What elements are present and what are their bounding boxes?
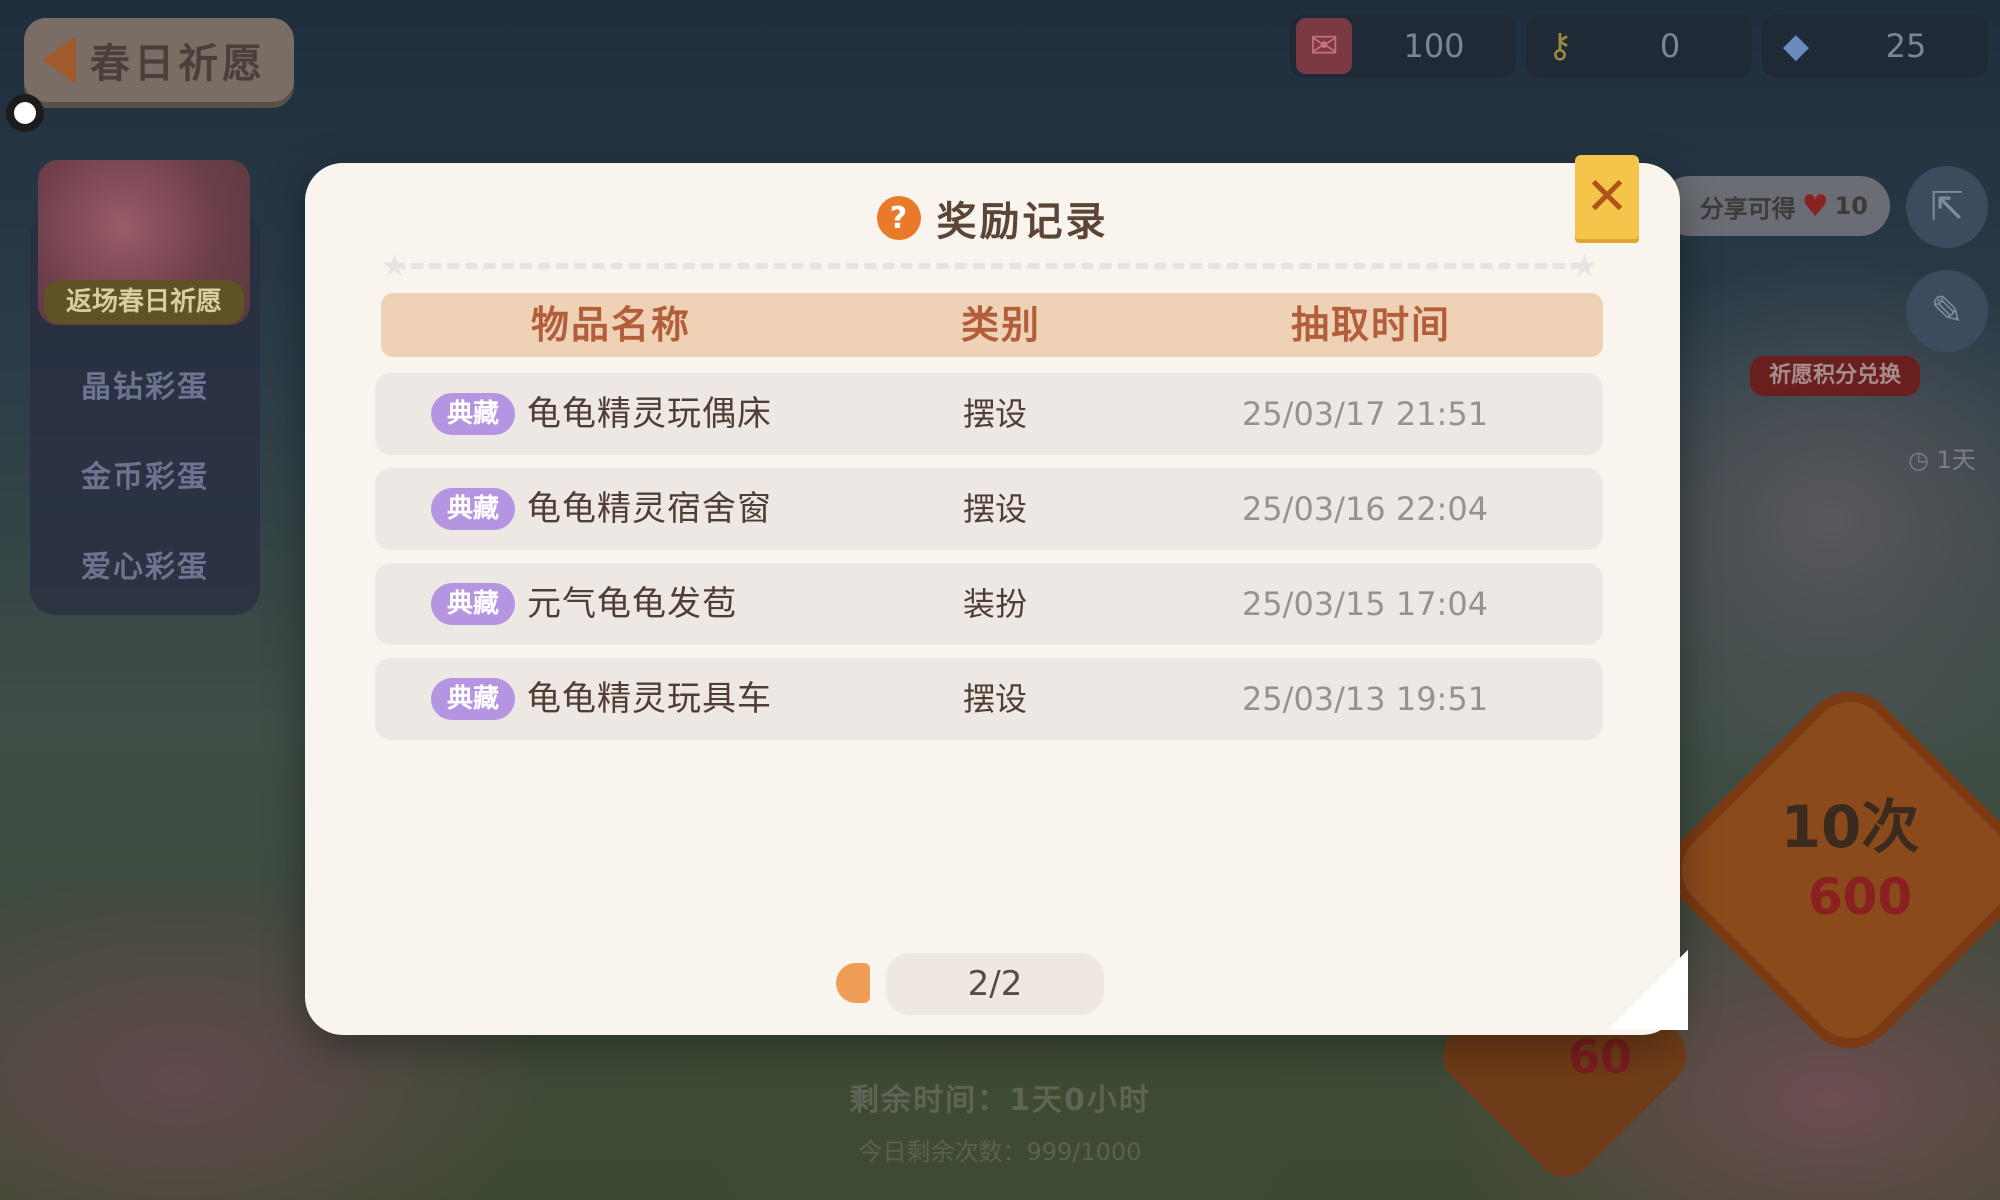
table-row: 典藏 龟龟精灵玩偶床 摆设 25/03/17 21:51 (375, 373, 1603, 455)
table-row: 典藏 元气龟龟发苞 装扮 25/03/15 17:04 (375, 563, 1603, 645)
prev-page-button[interactable] (836, 963, 870, 1003)
rarity-badge: 典藏 (431, 678, 515, 720)
share-reward-amount: 10 (1834, 192, 1868, 220)
side-banner-label: 返场春日祈愿 (44, 280, 244, 324)
edit-icon[interactable]: ✎ (1906, 270, 1988, 352)
close-button[interactable]: ✕ (1575, 155, 1639, 239)
remaining-time: 剩余时间：1天0小时 (849, 1083, 1151, 1118)
currency-ticket[interactable]: ✉ 100 (1290, 14, 1516, 78)
share-text: 分享可得 (1699, 194, 1796, 223)
currency-value: 25 (1885, 27, 1927, 65)
item-name: 龟龟精灵玩具车 (527, 679, 772, 719)
currency-key[interactable]: ⚷ 0 (1526, 14, 1752, 78)
floating-dot-button[interactable] (6, 94, 44, 132)
star-icon: ★ (1571, 249, 1598, 284)
remaining-count: 今日剩余次数：999/1000 (858, 1138, 1142, 1166)
dashed-divider (393, 263, 1583, 269)
heart-icon: ♥ (1801, 188, 1829, 224)
currency-value: 100 (1403, 27, 1465, 65)
draw-time: 25/03/17 21:51 (1241, 395, 1489, 433)
table-header: 物品名称 类别 抽取时间 (381, 293, 1603, 357)
item-name: 龟龟精灵玩偶床 (527, 394, 772, 434)
item-category: 摆设 (962, 680, 1027, 718)
item-category: 装扮 (962, 585, 1027, 623)
table-row: 典藏 龟龟精灵玩具车 摆设 25/03/13 19:51 (375, 658, 1603, 740)
side-item-crystal-egg[interactable]: 晶钻彩蛋 (60, 362, 230, 406)
back-button[interactable]: 春日祈愿 (24, 18, 294, 102)
side-item-heart-egg[interactable]: 爱心彩蛋 (60, 542, 230, 586)
share-reward-pill[interactable]: 分享可得 ♥ 10 (1660, 176, 1890, 236)
dialog-title-row: ? 奖励记录 (305, 189, 1680, 247)
currency-value: 0 (1659, 27, 1681, 65)
item-category: 摆设 (962, 395, 1027, 433)
share-icon[interactable]: ⇱ (1906, 166, 1988, 248)
gem-plus-icon: ◆ (1782, 26, 1810, 66)
item-category: 摆设 (962, 490, 1027, 528)
draw-time: 25/03/16 22:04 (1241, 490, 1489, 528)
column-header-item-name: 物品名称 (530, 303, 691, 347)
page-indicator: 2/2 (886, 953, 1104, 1015)
draw-time: 25/03/13 19:51 (1241, 680, 1489, 718)
table-row: 典藏 龟龟精灵宿舍窗 摆设 25/03/16 22:04 (375, 468, 1603, 550)
reward-record-dialog: ? 奖励记录 ✕ ★ ★ 物品名称 类别 抽取时间 典藏 龟龟精灵玩偶床 摆设 … (305, 155, 1680, 1035)
item-name: 元气龟龟发苞 (527, 584, 737, 624)
rarity-badge: 典藏 (431, 583, 515, 625)
key-icon: ⚷ (1547, 26, 1573, 66)
close-icon: ✕ (1585, 167, 1629, 227)
item-name: 龟龟精灵宿舍窗 (527, 489, 772, 529)
draw-ten-label: 10次 (1780, 793, 1920, 861)
rarity-badge: 典藏 (431, 488, 515, 530)
draw-time: 25/03/15 17:04 (1241, 585, 1489, 623)
column-header-draw-time: 抽取时间 (1290, 303, 1451, 347)
dialog-title: 奖励记录 (936, 199, 1109, 245)
exchange-tag[interactable]: 祈愿积分兑换 (1750, 356, 1920, 396)
currency-gem[interactable]: ◆ 25 (1762, 14, 1988, 78)
page-title: 春日祈愿 (90, 41, 266, 87)
timer-label: ◷ 1天 (1908, 446, 1976, 474)
page-curl-decoration (1608, 950, 1688, 1030)
draw-ten-cost: 600 (1807, 868, 1913, 926)
side-item-coin-egg[interactable]: 金币彩蛋 (60, 452, 230, 496)
timer-value: 1天 (1936, 446, 1976, 474)
back-arrow-icon (42, 36, 76, 84)
help-icon[interactable]: ? (876, 196, 921, 240)
ticket-icon: ✉ (1296, 18, 1352, 74)
column-header-category: 类别 (960, 303, 1041, 347)
rarity-badge: 典藏 (431, 393, 515, 435)
